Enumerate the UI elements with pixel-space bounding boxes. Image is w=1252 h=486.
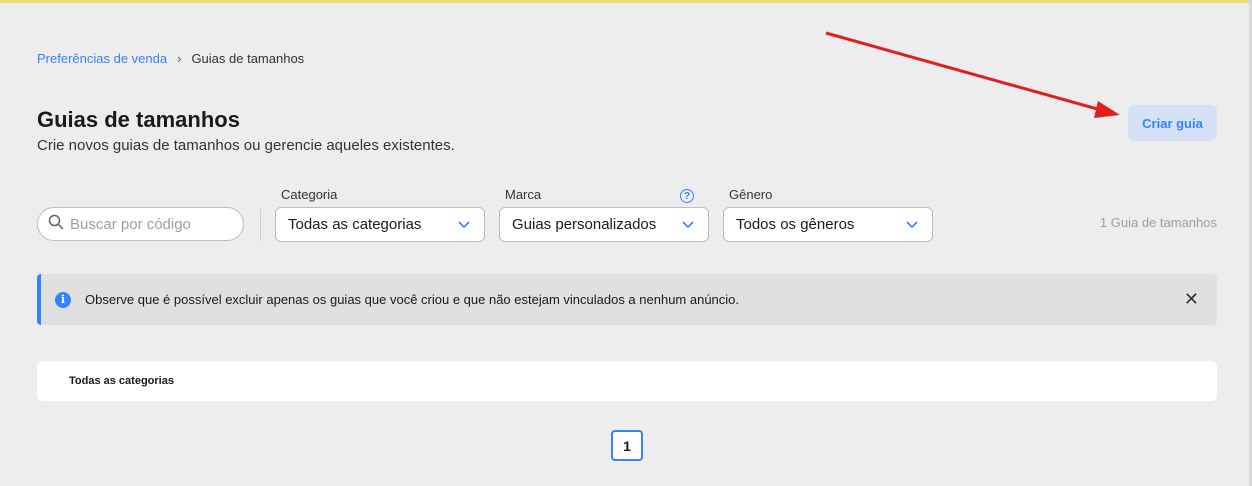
results-count: 1 Guia de tamanhos xyxy=(1099,215,1217,230)
gender-filter-label: Gênero xyxy=(729,187,773,202)
gender-select-value: Todos os gêneros xyxy=(736,216,855,233)
breadcrumb-current: Guias de tamanhos xyxy=(191,51,305,66)
chevron-right-icon: › xyxy=(177,51,182,66)
category-list-row[interactable]: Todas as categorias xyxy=(37,361,1217,401)
top-accent-bar xyxy=(0,0,1252,3)
breadcrumb: Preferências de venda › Guias de tamanho… xyxy=(37,51,304,66)
category-select[interactable]: Todas as categorias xyxy=(275,207,485,242)
filter-divider xyxy=(260,209,261,241)
search-icon xyxy=(48,214,64,235)
brand-select-value: Guias personalizados xyxy=(512,216,657,233)
search-input[interactable] xyxy=(70,215,240,233)
breadcrumb-link-sales-preferences[interactable]: Preferências de venda xyxy=(37,51,167,66)
page-title: Guias de tamanhos xyxy=(37,107,240,132)
page-subtitle: Crie novos guias de tamanhos ou gerencie… xyxy=(37,137,455,154)
chevron-down-icon xyxy=(458,216,470,233)
info-notice: i Observe que é possível excluir apenas … xyxy=(37,274,1217,325)
info-icon: i xyxy=(55,291,71,308)
notice-text: Observe que é possível excluir apenas os… xyxy=(85,292,740,307)
category-filter-label: Categoria xyxy=(281,187,338,202)
category-select-value: Todas as categorias xyxy=(288,216,422,233)
create-guide-button[interactable]: Criar guia xyxy=(1128,105,1217,141)
close-icon[interactable]: ✕ xyxy=(1184,289,1199,309)
brand-select[interactable]: Guias personalizados xyxy=(499,207,709,242)
help-icon[interactable]: ? xyxy=(680,189,694,203)
gender-select[interactable]: Todos os gêneros xyxy=(723,207,933,242)
chevron-down-icon xyxy=(682,216,694,233)
search-box[interactable] xyxy=(37,207,244,241)
brand-filter-label: Marca xyxy=(505,187,542,202)
annotation-arrow-icon xyxy=(825,31,1120,118)
pagination-page-button[interactable]: 1 xyxy=(611,430,643,461)
chevron-down-icon xyxy=(906,216,918,233)
